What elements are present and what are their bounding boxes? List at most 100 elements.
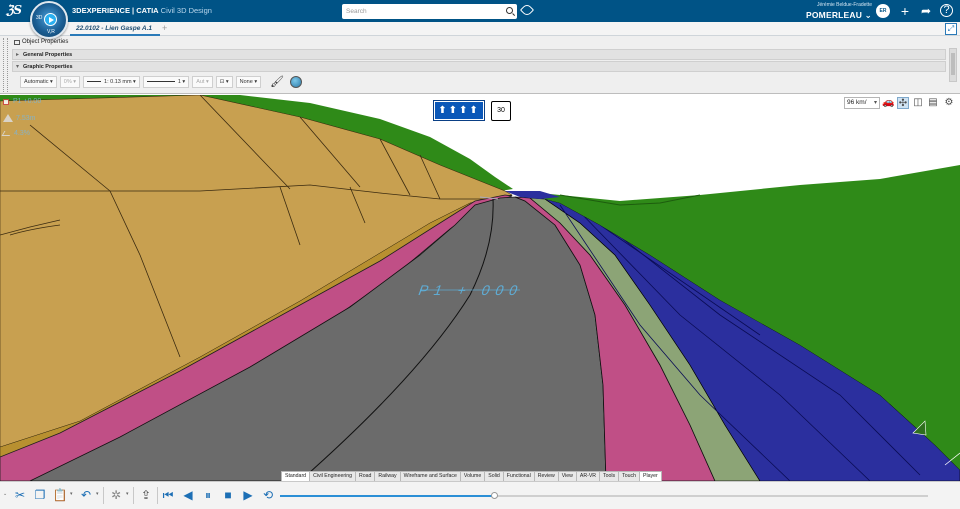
thickness-value: 1: 0.13 mm <box>104 78 132 85</box>
split-view-icon[interactable]: ◫ <box>912 97 924 109</box>
skip-start-icon[interactable]: ⏮ <box>160 487 176 503</box>
tab-standard[interactable]: Standard <box>281 471 311 481</box>
copy-icon[interactable]: ❐ <box>32 487 48 503</box>
compass-label-3d: 3D <box>36 15 43 21</box>
brand-bold: 3D <box>72 6 82 15</box>
fullscreen-icon[interactable]: ⤢ <box>945 23 957 35</box>
divider <box>133 487 134 504</box>
layer-field: Aut ▾ <box>192 75 213 88</box>
compass-play-icon[interactable] <box>44 13 57 26</box>
linetype-select[interactable]: 1 ▾ <box>142 75 190 88</box>
loop-icon[interactable]: ⟲ <box>260 487 276 503</box>
3d-viewport[interactable]: P1 + 000 ⬆⬆⬆⬆ 30 P1 +0.00 7.53m 4.3% 96 … <box>0 95 960 481</box>
station-icon <box>3 98 9 105</box>
line-sample-icon <box>146 80 175 83</box>
dassault-logo-icon[interactable]: ℨS <box>6 3 24 19</box>
divider <box>103 487 104 504</box>
route-icon[interactable]: ✣ <box>897 97 909 109</box>
undo-dropdown-icon[interactable]: ▾ <box>96 491 99 497</box>
chevron-right-icon: ▸ <box>16 52 20 58</box>
tab-player[interactable]: Player <box>638 471 662 481</box>
document-tab[interactable]: 22.0102 - Lien Gaspe A.1 <box>70 22 160 36</box>
paste-icon[interactable]: 📋 <box>52 487 68 503</box>
symbol-select[interactable]: None ▾ <box>235 75 262 88</box>
tag-icon[interactable] <box>519 2 535 18</box>
car-icon[interactable]: 🚗 <box>882 97 894 109</box>
export-icon[interactable]: ⇪ <box>138 487 154 503</box>
add-icon[interactable]: + <box>897 3 913 19</box>
color-value: Automatic <box>24 78 49 85</box>
line-sample-icon <box>87 81 102 82</box>
tab-railway[interactable]: Railway <box>374 471 401 481</box>
tab-view[interactable]: View <box>557 471 577 481</box>
tab-ar-vr[interactable]: AR-VR <box>575 471 601 481</box>
speed-select[interactable]: 96 km/ <box>844 97 880 109</box>
tab-civil-engineering[interactable]: Civil Engineering <box>309 471 356 481</box>
top-bar: ℨS 3D V,R 3DEXPERIENCE | CATIA Civil 3D … <box>0 0 960 39</box>
settings-dropdown-icon[interactable]: ▾ <box>126 491 129 497</box>
pause-icon[interactable]: ⏸ <box>200 487 216 503</box>
cut-icon[interactable]: ✂ <box>12 487 28 503</box>
user-name: Jérémie Beldue-Fradette <box>816 2 872 8</box>
step-forward-icon[interactable]: ▶ <box>240 487 256 503</box>
avatar[interactable]: ER <box>876 4 890 18</box>
new-tab-button[interactable]: + <box>162 23 167 33</box>
search-input[interactable] <box>342 4 492 19</box>
panel-scrollbar[interactable] <box>949 48 957 82</box>
tab-functional[interactable]: Functional <box>502 471 535 481</box>
search-box[interactable] <box>342 4 517 19</box>
symbol-type-select[interactable]: ⊡ ▾ <box>215 75 233 88</box>
symbol-value: None <box>239 78 253 85</box>
globe-icon[interactable] <box>290 75 303 88</box>
symbol-icon: ⊡ <box>219 78 225 85</box>
station-text: P1 +0.00 <box>13 98 42 105</box>
panel-icon[interactable]: ▤ <box>927 97 939 109</box>
user-block[interactable]: Jérémie Beldue-Fradette POMERLEAU ⌄ <box>806 2 872 21</box>
app-name: Civil 3D Design <box>160 6 212 15</box>
graphic-toolbar: Automatic ▾ 0% ▾ 1: 0.13 mm ▾ 1 ▾ Aut ▾ … <box>20 74 303 89</box>
elevation-text: 7.53m <box>16 114 36 122</box>
tab-road[interactable]: Road <box>355 471 376 481</box>
section-label: General Properties <box>23 52 73 58</box>
slope-icon <box>1 131 13 136</box>
speed-limit-sign: 30 <box>491 101 511 121</box>
section-graphic-properties[interactable]: ▾ Graphic Properties <box>12 61 946 72</box>
stop-icon[interactable]: ■ <box>220 487 236 503</box>
settings-icon[interactable]: ✲ <box>108 487 124 503</box>
tab-touch[interactable]: Touch <box>618 471 640 481</box>
document-tab-row: 22.0102 - Lien Gaspe A.1 + ⤢ <box>0 22 960 36</box>
scene-render[interactable]: P1 + 000 <box>0 95 960 481</box>
layer-value: Aut <box>196 78 205 85</box>
workbench-tabs: Standard Civil Engineering Road Railway … <box>281 471 662 481</box>
share-icon[interactable]: ➦ <box>918 3 934 19</box>
slope-text: 4.3% <box>14 130 30 137</box>
app-title: 3DEXPERIENCE | CATIA Civil 3D Design <box>72 6 212 15</box>
company-label: POMERLEAU <box>806 10 863 20</box>
overlay-station: P1 +0.00 <box>3 98 41 105</box>
timeline-handle[interactable] <box>490 492 498 499</box>
panel-title: Object Properties <box>12 37 958 48</box>
player-timeline[interactable] <box>280 492 928 499</box>
thickness-select[interactable]: 1: 0.13 mm ▾ <box>83 75 140 88</box>
transparency-value: 0% <box>63 78 72 85</box>
company-name[interactable]: POMERLEAU ⌄ <box>806 10 872 21</box>
lane-sign: ⬆⬆⬆⬆ <box>433 100 485 121</box>
undo-icon[interactable]: ↶ <box>78 487 94 503</box>
overlay-slope: 4.3% <box>1 130 30 137</box>
tab-review[interactable]: Review <box>533 471 559 481</box>
tab-volume[interactable]: Volume <box>459 471 486 481</box>
settings-gear-icon[interactable]: ⚙ <box>943 97 955 109</box>
tab-solid[interactable]: Solid <box>484 471 504 481</box>
color-select[interactable]: Automatic ▾ <box>20 75 57 88</box>
section-general-properties[interactable]: ▸ General Properties <box>12 49 946 60</box>
tab-tools[interactable]: Tools <box>599 471 620 481</box>
step-back-icon[interactable]: ◀ <box>180 487 196 503</box>
tab-wireframe-surface[interactable]: Wireframe and Surface <box>399 471 461 481</box>
help-icon[interactable]: ? <box>940 4 953 17</box>
panel-drag-handle[interactable] <box>3 38 8 92</box>
chevron-down-icon[interactable]: ⌄ <box>3 491 7 497</box>
search-icon[interactable] <box>506 7 513 14</box>
paintbrush-icon[interactable]: 🖌 <box>270 75 284 88</box>
compass-icon[interactable]: 3D V,R <box>30 1 68 39</box>
paste-dropdown-icon[interactable]: ▾ <box>70 491 73 497</box>
